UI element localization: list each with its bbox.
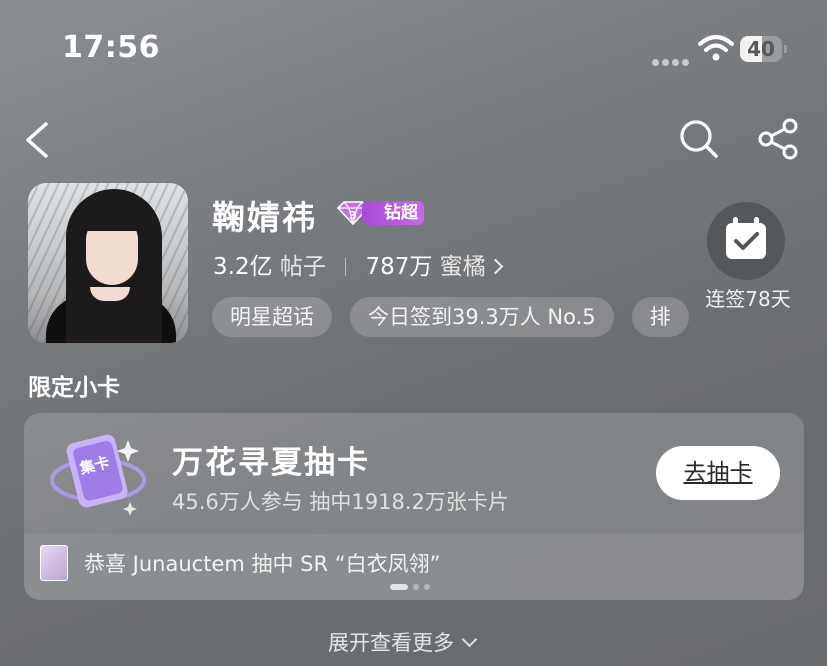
posts-count: 3.2亿 <box>213 254 273 280</box>
profile-stats: 3.2亿 帖子 787万 蜜橘 <box>213 247 504 281</box>
card-title: 万花寻夏抽卡 <box>172 445 370 481</box>
search-icon[interactable] <box>678 118 720 160</box>
wifi-icon <box>698 35 734 61</box>
chevron-right-icon <box>487 258 504 275</box>
carousel-dots <box>390 584 435 603</box>
diamond-super-badge[interactable]: 3 钻超 <box>334 198 424 228</box>
badge-label: 钻超 <box>362 201 424 225</box>
section-title: 限定小卡 <box>28 375 120 401</box>
battery-level: 40 <box>740 36 782 62</box>
tag-checkin-rank[interactable]: 今日签到39.3万人 No.5 <box>350 297 614 337</box>
tag-star-topic[interactable]: 明星超话 <box>212 297 332 337</box>
profile-name: 鞠婧祎 <box>212 198 317 237</box>
fans-link[interactable]: 787万 蜜橘 <box>365 254 504 280</box>
cellular-signal-icon <box>652 51 692 70</box>
back-icon[interactable] <box>22 120 52 160</box>
status-time: 17:56 <box>62 30 160 65</box>
card-collection-icon: 集卡 <box>50 434 146 516</box>
badge-level: 3 <box>349 209 357 222</box>
winner-notice: 恭喜 Junauctem 抽中 SR “白衣凤翎” <box>84 552 441 576</box>
card-subtitle: 45.6万人参与 抽中1918.2万张卡片 <box>172 490 509 514</box>
share-icon[interactable] <box>756 118 800 160</box>
draw-card-button[interactable]: 去抽卡 <box>656 446 780 500</box>
expand-more-button[interactable]: 展开查看更多 <box>328 627 478 657</box>
avatar[interactable] <box>28 183 188 343</box>
calendar-check-icon <box>726 217 766 259</box>
checkin-button[interactable] <box>707 202 785 280</box>
battery-indicator: 40 <box>740 36 787 62</box>
fans-count: 787万 <box>365 254 433 280</box>
tag-ranking[interactable]: 排 <box>631 297 689 337</box>
fans-label: 蜜橘 <box>439 254 486 280</box>
winner-card-thumbnail <box>40 545 68 581</box>
chevron-down-icon <box>461 631 478 648</box>
posts-label: 帖子 <box>279 254 326 280</box>
checkin-streak-label: 连签78天 <box>705 287 791 311</box>
expand-more-label: 展开查看更多 <box>328 631 454 655</box>
tag-row: 明星超话 今日签到39.3万人 No.5 排 <box>212 297 700 339</box>
